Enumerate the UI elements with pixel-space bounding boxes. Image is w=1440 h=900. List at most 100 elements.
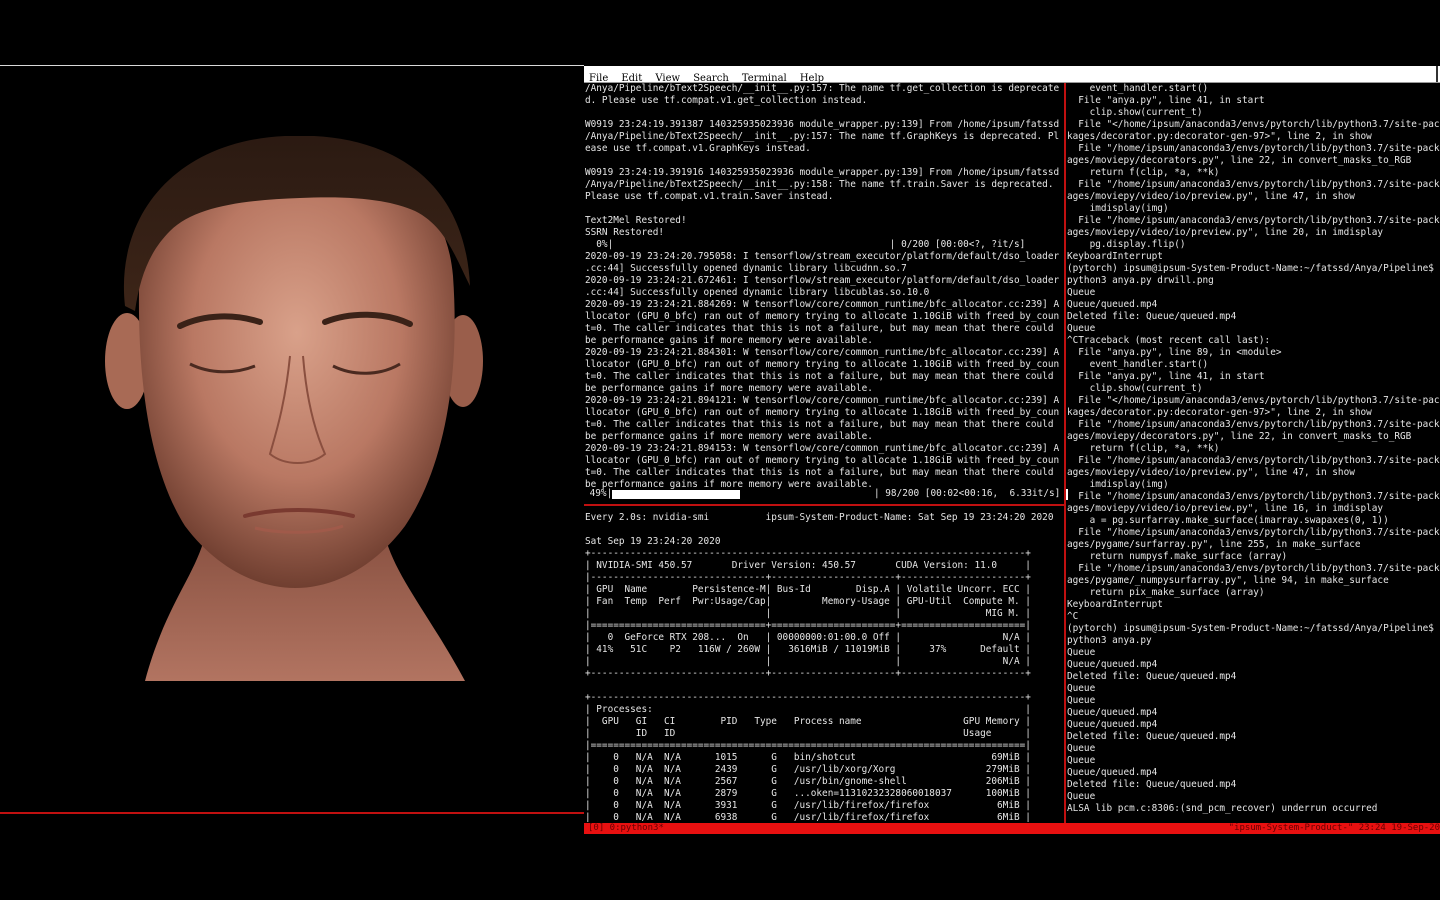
output-line: ages/moviepy/video/io/preview.py", line … <box>1067 191 1355 202</box>
progress-percent: 49%| <box>584 488 613 499</box>
output-line: File "anya.py", line 41, in start <box>1067 371 1265 382</box>
output-line: File "/home/ipsum/anaconda3/envs/pytorch… <box>1067 527 1440 538</box>
log-line: /Anya/Pipeline/bText2Speech/__init__.py:… <box>585 131 1060 142</box>
nvidia-smi-line: | Processes: | <box>585 704 1031 715</box>
terminal-menubar: File Edit View Search Terminal Help <box>584 66 1440 84</box>
output-line: (pytorch) ipsum@ipsum-System-Product-Nam… <box>1067 263 1434 274</box>
tmux-host-time: "ipsum-System-Product-" 23:24 19-Sep-20 <box>1228 823 1440 833</box>
output-line: imdisplay(img) <box>1067 479 1169 490</box>
output-line: File "anya.py", line 89, in <module> <box>1067 347 1282 358</box>
output-line: Deleted file: Queue/queued.mp4 <box>1067 671 1237 682</box>
nvidia-smi-line: | 0 GeForce RTX 208... On | 00000000:01:… <box>585 632 1031 643</box>
output-line: File "/home/ipsum/anaconda3/envs/pytorch… <box>1067 143 1440 154</box>
output-line: Queue <box>1067 755 1096 766</box>
output-line: return f(clip, *a, **k) <box>1067 443 1220 454</box>
nvidia-smi-line: |===============================+=======… <box>585 620 1031 631</box>
output-line: ALSA lib pcm.c:8306:(snd_pcm_recover) un… <box>1067 803 1378 814</box>
output-line: Deleted file: Queue/queued.mp4 <box>1067 731 1237 742</box>
resize-handle[interactable] <box>1436 66 1438 82</box>
log-line: SSRN Restored! <box>585 227 665 238</box>
output-line: Queue <box>1067 743 1096 754</box>
nvidia-smi-line: | 0 N/A N/A 6938 G /usr/lib/firefox/fire… <box>585 812 1031 822</box>
output-line: Queue <box>1067 695 1096 706</box>
nvidia-smi-line: Every 2.0s: nvidia-smi ipsum-System-Prod… <box>585 512 1054 523</box>
output-line: File "/home/ipsum/anaconda3/envs/pytorch… <box>1067 491 1440 502</box>
nvidia-smi-line: | ID ID Usage | <box>585 728 1031 739</box>
progress-status: | 98/200 [00:02<00:16, 6.33it/s] <box>874 488 1061 499</box>
output-line: ^CTraceback (most recent call last): <box>1067 335 1271 346</box>
output-line: Queue <box>1067 287 1096 298</box>
tensorflow-log-pane[interactable]: /Anya/Pipeline/bText2Speech/__init__.py:… <box>584 83 1064 501</box>
log-line: llocator (GPU_0_bfc) ran out of memory t… <box>585 407 1060 418</box>
log-line: d. Please use tf.compat.v1.get_collectio… <box>585 95 868 106</box>
terminal-window[interactable]: File Edit View Search Terminal Help /Any… <box>584 66 1440 836</box>
output-line: clip.show(current_t) <box>1067 383 1203 394</box>
bottom-divider <box>0 812 584 814</box>
log-line: /Anya/Pipeline/bText2Speech/__init__.py:… <box>585 179 1054 190</box>
output-line: return pix_make_surface (array) <box>1067 587 1265 598</box>
log-lines: /Anya/Pipeline/bText2Speech/__init__.py:… <box>585 83 1059 491</box>
output-line: Queue/queued.mp4 <box>1067 707 1158 718</box>
output-line: Deleted file: Queue/queued.mp4 <box>1067 779 1237 790</box>
log-line: /Anya/Pipeline/bText2Speech/__init__.py:… <box>585 83 1060 94</box>
log-line: W0919 23:24:19.391916 140325935023936 mo… <box>585 167 1060 178</box>
nvidia-smi-line: | 0 N/A N/A 2439 G /usr/lib/xorg/Xorg 27… <box>585 764 1031 775</box>
log-line: 2020-09-19 23:24:21.672461: I tensorflow… <box>585 275 1060 286</box>
nvidia-smi-line <box>585 524 1053 536</box>
nvidia-smi-line: +---------------------------------------… <box>585 548 1031 559</box>
log-line: Please use tf.compat.v1.train.Saver inst… <box>585 191 834 202</box>
tmux-status-bar: [0] 0:python3* "ipsum-System-Product-" 2… <box>584 823 1440 834</box>
log-line: be performance gains if more memory were… <box>585 383 873 394</box>
output-line: Queue/queued.mp4 <box>1067 767 1158 778</box>
nvidia-smi-pane[interactable]: Every 2.0s: nvidia-smi ipsum-System-Prod… <box>584 512 1064 822</box>
output-line: ages/moviepy/video/io/preview.py", line … <box>1067 227 1384 238</box>
output-line: imdisplay(img) <box>1067 203 1169 214</box>
nvidia-smi-output: Every 2.0s: nvidia-smi ipsum-System-Prod… <box>585 512 1053 822</box>
output-line: File "</home/ipsum/anaconda3/envs/pytorc… <box>1067 395 1440 406</box>
log-line: t=0. The caller indicates that this is n… <box>585 467 1054 478</box>
nvidia-smi-line: | 0 N/A N/A 3931 G /usr/lib/firefox/fire… <box>585 800 1031 811</box>
progress-bar <box>612 490 740 499</box>
log-line: 2020-09-19 23:24:21.894153: W tensorflow… <box>585 443 1060 454</box>
output-line: a = pg.surfarray.make_surface(imarray.sw… <box>1067 515 1389 526</box>
nvidia-smi-line: +---------------------------------------… <box>585 692 1031 703</box>
nvidia-smi-line: |=======================================… <box>585 740 1031 751</box>
output-line: File "/home/ipsum/anaconda3/envs/pytorch… <box>1067 455 1440 466</box>
pane-divider-horizontal[interactable] <box>584 504 1064 506</box>
tmux-window-label[interactable]: [0] 0:python3* <box>588 823 664 834</box>
output-line: File "/home/ipsum/anaconda3/envs/pytorch… <box>1067 563 1440 574</box>
nvidia-smi-line: | Fan Temp Perf Pwr:Usage/Cap| Memory-Us… <box>585 596 1031 607</box>
output-line: ages/moviepy/decorators.py", line 22, in… <box>1067 155 1412 166</box>
output-line: ages/moviepy/video/io/preview.py", line … <box>1067 467 1355 478</box>
output-line: File "/home/ipsum/anaconda3/envs/pytorch… <box>1067 419 1440 430</box>
log-line: llocator (GPU_0_bfc) ran out of memory t… <box>585 359 1060 370</box>
log-line: t=0. The caller indicates that this is n… <box>585 371 1054 382</box>
face-image <box>85 135 505 681</box>
output-line: return f(clip, *a, **k) <box>1067 167 1220 178</box>
log-line: ease use tf.compat.v1.GraphKeys instead. <box>585 143 811 154</box>
output-line: kages/decorator.py:decorator-gen-97>", l… <box>1067 407 1372 418</box>
output-line: Queue/queued.mp4 <box>1067 299 1158 310</box>
log-line: 2020-09-19 23:24:20.795058: I tensorflow… <box>585 251 1060 262</box>
nvidia-smi-line: | | | MIG M. | <box>585 608 1031 619</box>
log-line: llocator (GPU_0_bfc) ran out of memory t… <box>585 311 1060 322</box>
nvidia-smi-line <box>585 680 1053 692</box>
nvidia-smi-line: | GPU Name Persistence-M| Bus-Id Disp.A … <box>585 584 1031 595</box>
log-line: W0919 23:24:19.391387 140325935023936 mo… <box>585 119 1060 130</box>
output-line: File "/home/ipsum/anaconda3/envs/pytorch… <box>1067 215 1440 226</box>
output-line: event_handler.start() <box>1067 83 1209 94</box>
log-line: t=0. The caller indicates that this is n… <box>585 323 1054 334</box>
output-line: Queue/queued.mp4 <box>1067 659 1158 670</box>
log-line: Text2Mel Restored! <box>585 215 687 226</box>
python-output-pane[interactable]: event_handler.start() File "anya.py", li… <box>1066 83 1440 823</box>
output-line: KeyboardInterrupt <box>1067 251 1163 262</box>
nvidia-smi-line: +-------------------------------+-------… <box>585 668 1031 679</box>
python-output-lines: event_handler.start() File "anya.py", li… <box>1067 83 1440 815</box>
output-line: Queue <box>1067 683 1096 694</box>
log-line: be performance gains if more memory were… <box>585 431 873 442</box>
output-line: ages/moviepy/video/io/preview.py", line … <box>1067 503 1384 514</box>
log-line: 2020-09-19 23:24:21.884269: W tensorflow… <box>585 299 1060 310</box>
output-line: (pytorch) ipsum@ipsum-System-Product-Nam… <box>1067 623 1434 634</box>
